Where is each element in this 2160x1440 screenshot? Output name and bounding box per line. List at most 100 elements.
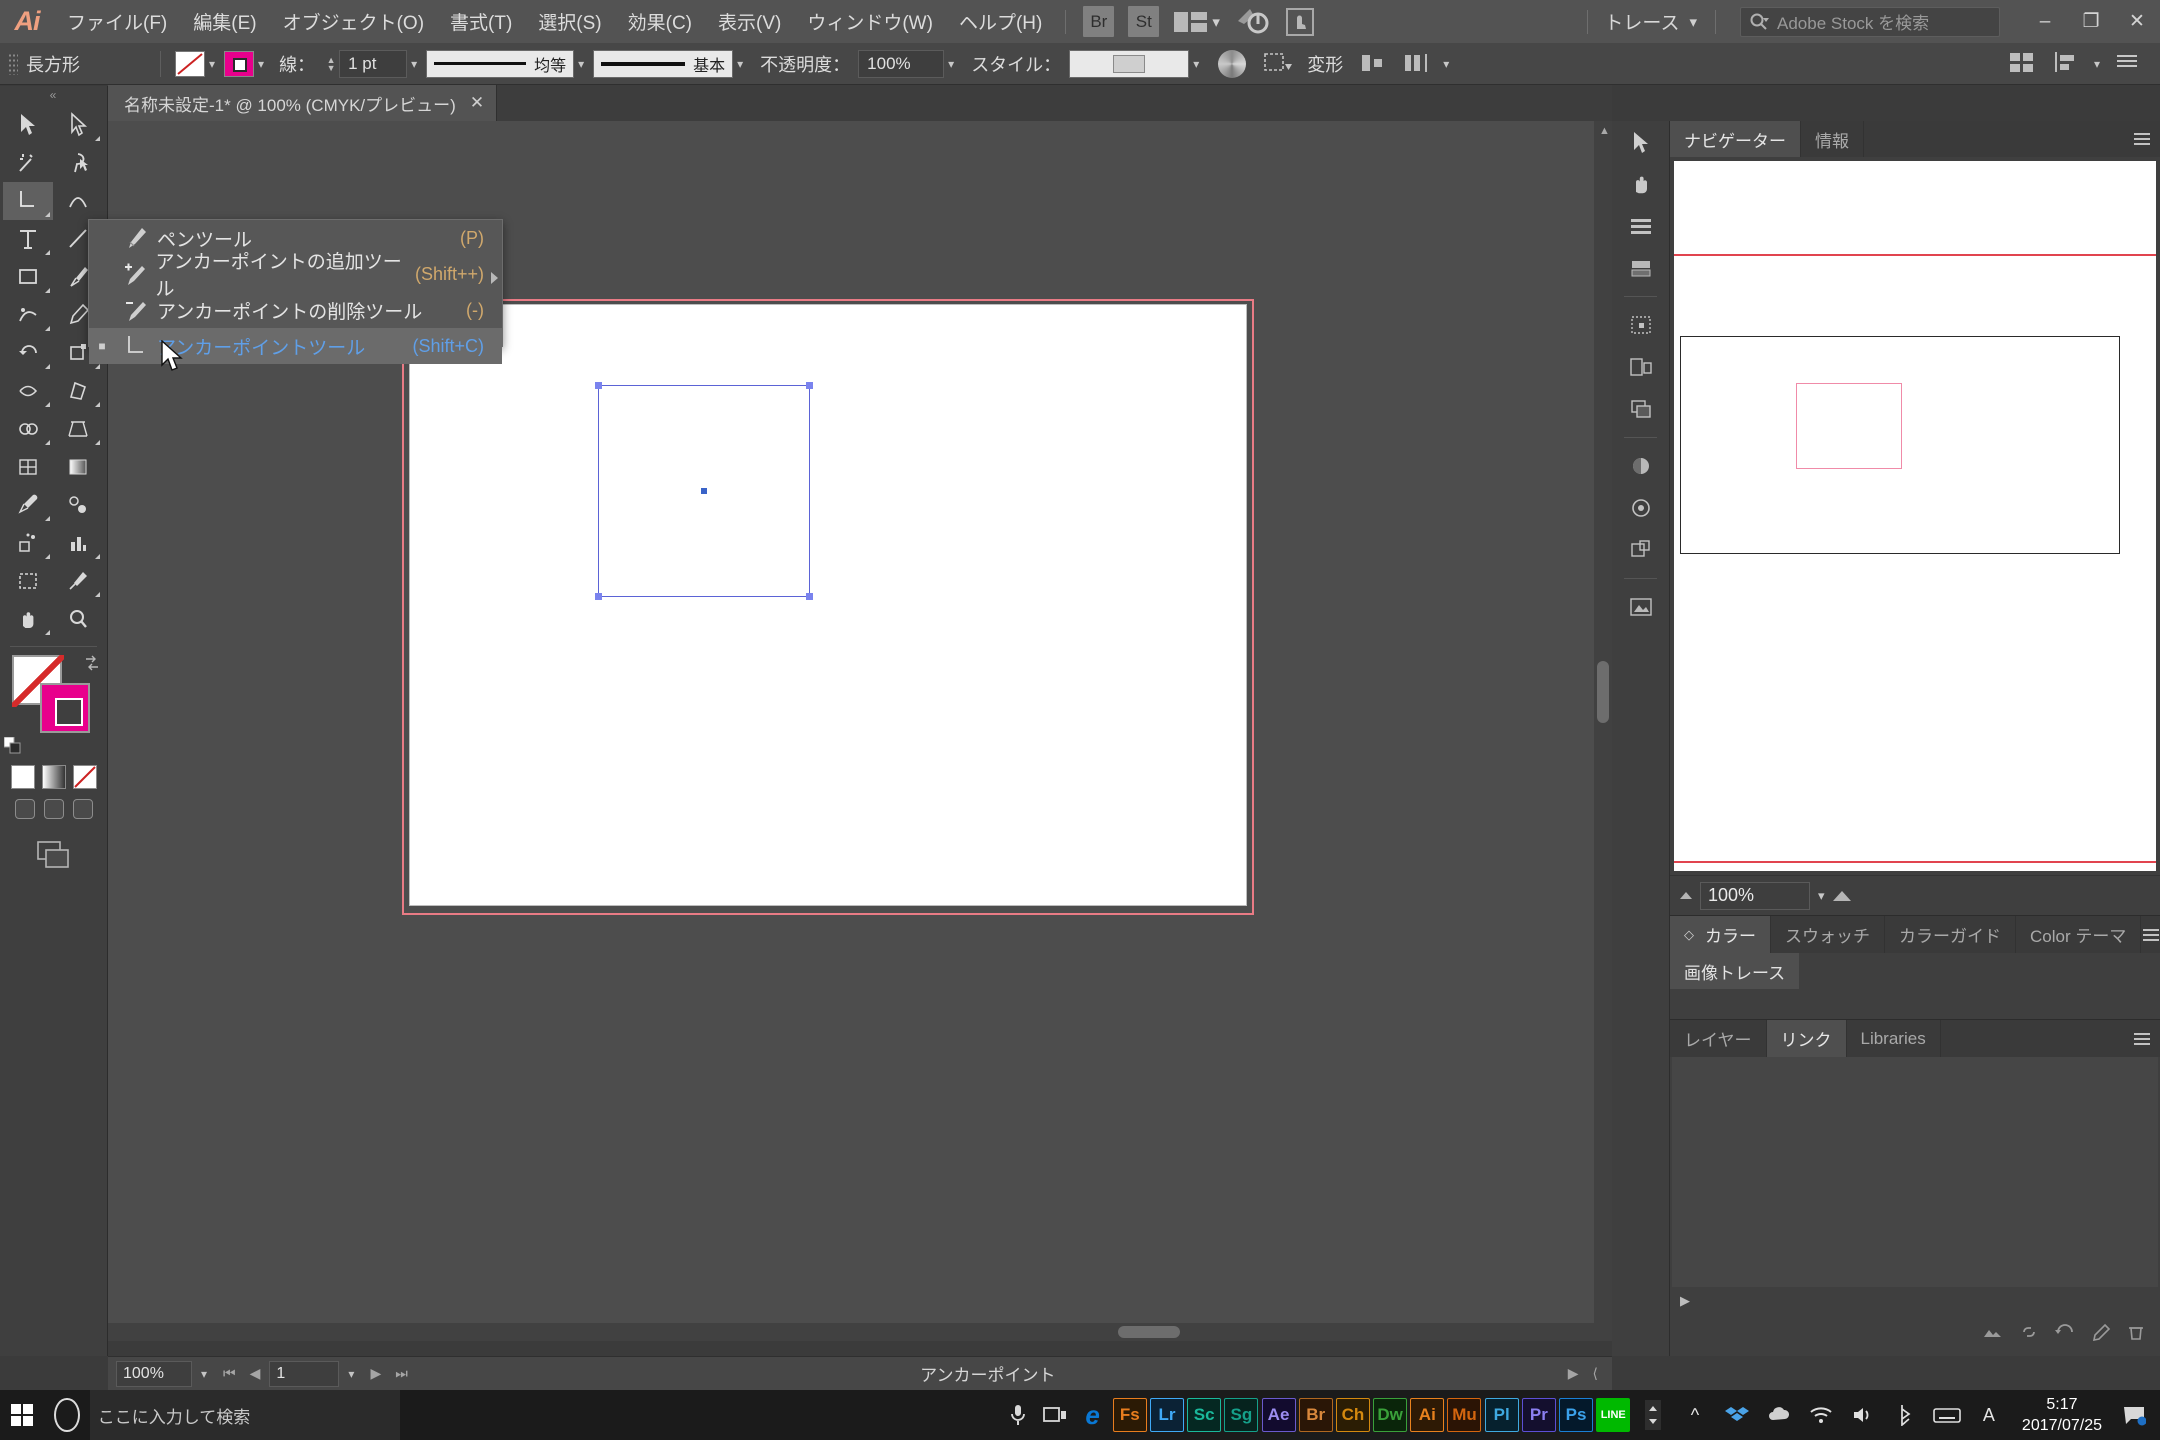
flyout-tearoff-arrow-icon[interactable] (491, 272, 498, 284)
anchor-top-left[interactable] (595, 382, 602, 389)
default-fill-stroke-icon[interactable] (3, 737, 22, 755)
horizontal-scroll-thumb[interactable] (1118, 1326, 1180, 1338)
transform-label[interactable]: 変形 (1307, 51, 1343, 77)
tab-color-theme[interactable]: Color テーマ (2016, 916, 2142, 953)
previous-artboard-button[interactable]: ◀ (243, 1365, 268, 1382)
stroke-chevron-down-icon[interactable]: ▾ (258, 57, 264, 71)
taskbar-app-lightroom[interactable]: Lr (1148, 1390, 1185, 1440)
options-menu-icon[interactable] (2114, 49, 2148, 79)
taskbar-app-premiere[interactable]: Pr (1520, 1390, 1557, 1440)
change-screen-mode[interactable] (0, 837, 107, 871)
tab-image-trace[interactable]: 画像トレース (1670, 953, 1800, 989)
menu-select[interactable]: 選択(S) (525, 0, 614, 43)
rail-image-trace-icon[interactable] (1612, 586, 1670, 628)
tool-lasso[interactable] (53, 144, 103, 182)
restore-button[interactable]: ❐ (2068, 0, 2114, 43)
fill-color-swatch[interactable] (175, 50, 205, 77)
stroke-profile-select[interactable]: 均等 (426, 49, 575, 78)
tool-gradient[interactable] (53, 448, 103, 486)
touch-workspace-icon[interactable] (1280, 5, 1320, 39)
first-artboard-button[interactable]: ⏮ (216, 1365, 243, 1382)
menu-window[interactable]: ウィンドウ(W) (794, 0, 946, 43)
menu-type[interactable]: 書式(T) (437, 0, 525, 43)
taskbar-app-fuse[interactable]: Fs (1111, 1390, 1148, 1440)
links-delete-icon[interactable] (2126, 1323, 2146, 1341)
tool-direct-selection[interactable] (53, 106, 103, 144)
panel-chevron-down-icon[interactable]: ▾ (2094, 57, 2100, 71)
links-panel-content[interactable] (1672, 1057, 2158, 1287)
navigator-panel-menu-icon[interactable] (2124, 121, 2160, 157)
stock-search-input[interactable]: Adobe Stock を検索 (1740, 6, 2000, 37)
distribute-icon[interactable] (1400, 49, 1434, 79)
arrange-panels-icon[interactable] (2007, 49, 2041, 79)
taskbar-app-aftereffects[interactable]: Ae (1260, 1390, 1297, 1440)
arrange-documents-icon[interactable] (1174, 9, 1208, 35)
anchor-bottom-right[interactable] (806, 593, 813, 600)
start-button[interactable] (0, 1390, 45, 1440)
taskbar-app-edge[interactable]: e (1074, 1390, 1111, 1440)
screen-mode-normal-icon[interactable] (14, 799, 35, 819)
none-fill-button[interactable] (72, 765, 97, 789)
layers-panel-menu-icon[interactable] (2124, 1020, 2160, 1057)
tool-blend[interactable] (53, 486, 103, 524)
tab-links[interactable]: リンク (1766, 1020, 1847, 1057)
options-bar-grip[interactable] (8, 52, 18, 75)
rail-artboards-icon[interactable] (1612, 346, 1670, 388)
select-similar-icon[interactable] (1260, 49, 1294, 79)
arrange-chevron-down-icon[interactable]: ▾ (1212, 13, 1220, 31)
zoom-chevron-down-icon[interactable]: ▾ (192, 1367, 216, 1381)
menu-object[interactable]: オブジェクト(O) (270, 0, 437, 43)
taskbar-app-line[interactable]: LINE (1595, 1390, 1632, 1440)
tool-type[interactable] (3, 220, 53, 258)
zoom-level-field[interactable]: 100% (116, 1360, 192, 1387)
keyboard-tray-icon[interactable] (1926, 1390, 1968, 1440)
taskbar-app-prelude[interactable]: Pl (1483, 1390, 1520, 1440)
color-fill-button[interactable] (10, 765, 35, 789)
tab-color[interactable]: ◇ カラー (1670, 916, 1771, 953)
navigator-zoom-field[interactable]: 100% (1700, 881, 1810, 910)
opacity-chevron-down-icon[interactable]: ▾ (948, 57, 954, 71)
tool-magic-wand[interactable] (3, 144, 53, 182)
show-hidden-icons-chevron-up-icon[interactable]: ^ (1674, 1390, 1716, 1440)
close-button[interactable]: ✕ (2114, 0, 2160, 43)
opacity-mask-icon[interactable] (1218, 49, 1247, 78)
menu-view[interactable]: 表示(V) (705, 0, 794, 43)
stroke-profile-chevron-down-icon[interactable]: ▾ (578, 57, 584, 71)
menu-edit[interactable]: 編集(E) (180, 0, 269, 43)
rail-selection-icon[interactable] (1612, 121, 1670, 163)
rail-transform-icon[interactable] (1612, 304, 1670, 346)
bluetooth-tray-icon[interactable] (1884, 1390, 1926, 1440)
status-collapse-arrow-icon[interactable]: ⟨ (1586, 1365, 1612, 1382)
artboard[interactable] (409, 304, 1247, 906)
zoom-in-mountain-icon[interactable] (1832, 890, 1851, 901)
bridge-button[interactable]: Br (1083, 6, 1115, 37)
rail-layers-stack-icon[interactable] (1612, 388, 1670, 430)
align-to-icon[interactable] (2051, 49, 2085, 79)
relink-icon[interactable] (1982, 1323, 2004, 1341)
tool-symbol-sprayer[interactable] (3, 524, 53, 562)
taskbar-app-characteranimator[interactable]: Ch (1334, 1390, 1371, 1440)
links-panel-expand-arrow-icon[interactable]: ▶ (1670, 1287, 2160, 1315)
tab-libraries[interactable]: Libraries (1846, 1020, 1941, 1057)
tool-shaper[interactable] (3, 296, 53, 334)
tab-layers[interactable]: レイヤー (1670, 1020, 1767, 1057)
dropbox-tray-icon[interactable] (1716, 1390, 1758, 1440)
tool-curvature[interactable] (53, 182, 103, 220)
tool-pen[interactable] (3, 182, 53, 220)
taskbar-app-dreamweaver[interactable]: Dw (1372, 1390, 1409, 1440)
navigator-view-box[interactable] (1796, 383, 1902, 469)
tool-column-graph[interactable] (53, 524, 103, 562)
tab-info[interactable]: 情報 (1801, 121, 1864, 157)
edit-original-icon[interactable] (2090, 1323, 2112, 1341)
microphone-icon[interactable] (1000, 1390, 1037, 1440)
taskbar-app-bridge[interactable]: Br (1297, 1390, 1334, 1440)
document-tab[interactable]: 名称未設定-1* @ 100% (CMYK/プレビュー) ✕ (108, 85, 498, 121)
rail-hand-icon[interactable] (1612, 163, 1670, 205)
tool-artboard[interactable] (3, 562, 53, 600)
flyout-item-anchor-point-tool[interactable]: ■ アンカーポイントツール (Shift+C) (89, 328, 502, 364)
tool-perspective-grid[interactable] (53, 410, 103, 448)
rail-align-icon[interactable] (1612, 205, 1670, 247)
rail-transparency-icon[interactable] (1612, 487, 1670, 529)
align-chevron-down-icon[interactable]: ▾ (1443, 57, 1449, 71)
menu-effect[interactable]: 効果(C) (615, 0, 705, 43)
